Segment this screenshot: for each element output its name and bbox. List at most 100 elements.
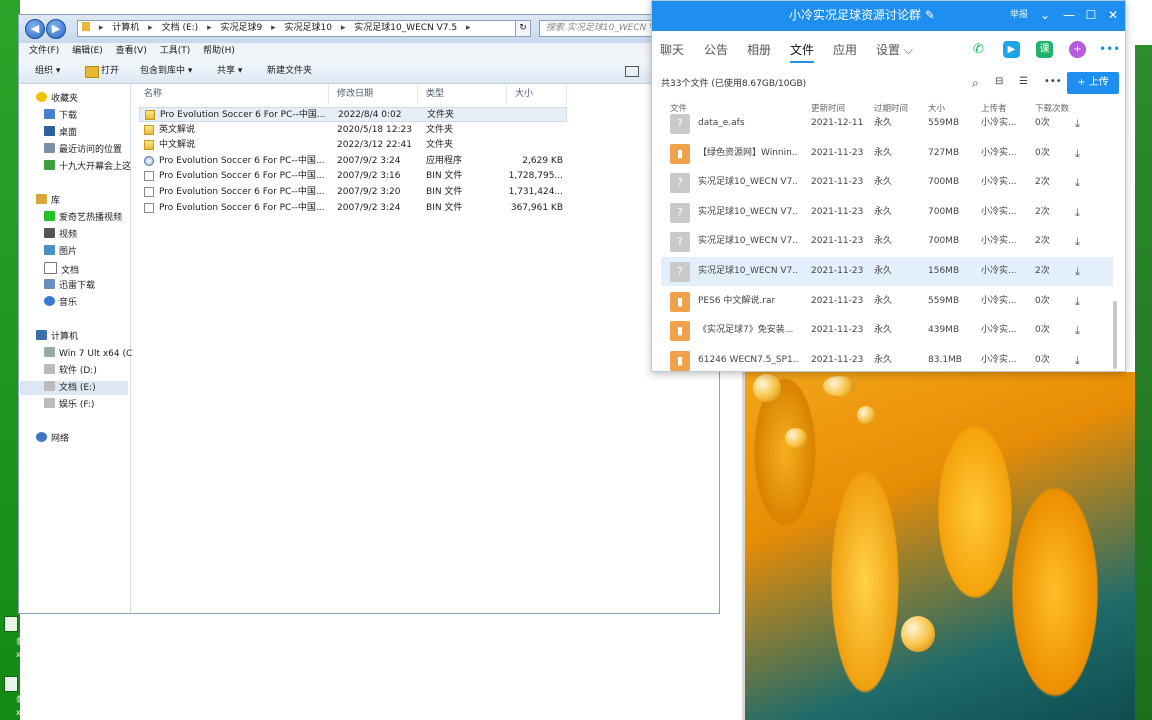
- upload-button[interactable]: + 上传: [1067, 72, 1119, 94]
- group-file-row[interactable]: ▮ 【绿色资源网】Winnin... 2021-11-23 永久 727MB 小冷实...…: [661, 139, 1113, 168]
- group-file-uploader: 小冷实...: [981, 118, 1017, 128]
- group-file-row[interactable]: ? 实况足球10_WECN V7... 2021-11-23 永久 156MB 小冷实..…: [661, 257, 1113, 286]
- include-in-library-button[interactable]: 包含到库中 ▾: [140, 59, 192, 83]
- edit-icon[interactable]: ✎: [925, 8, 935, 22]
- chevron-down-icon[interactable]: ⌄: [1036, 1, 1054, 29]
- group-file-row[interactable]: ▮ 《实况足球7》免安装... 2021-11-23 永久 439MB 小冷实... 0次 ⤓: [661, 316, 1113, 345]
- share-button[interactable]: 共享 ▾: [217, 59, 242, 83]
- group-file-row[interactable]: ? data_e.afs 2021-12-11 永久 559MB 小冷实... 0次 ⤓: [661, 109, 1113, 138]
- archive-file-icon: ▮: [670, 350, 690, 371]
- search-input[interactable]: 搜索 实况足球10_WECN V: [539, 20, 669, 37]
- nav-pictures[interactable]: 图片: [44, 245, 77, 259]
- menu-view[interactable]: 查看(V): [116, 43, 147, 59]
- class-icon[interactable]: 课: [1036, 41, 1053, 58]
- menu-file[interactable]: 文件(F): [29, 43, 59, 59]
- column-header-date[interactable]: 修改日期: [329, 84, 418, 104]
- download-icon[interactable]: ⤓: [1075, 287, 1080, 316]
- download-icon[interactable]: ⤓: [1075, 139, 1080, 168]
- tab-chat[interactable]: 聊天: [660, 31, 684, 69]
- tab-files[interactable]: 文件: [790, 31, 815, 69]
- refresh-button[interactable]: ↻: [515, 20, 531, 37]
- group-file-row[interactable]: ▮ PES6 中文解说.rar 2021-11-23 永久 559MB 小冷实... 0次 ⤓: [661, 287, 1113, 316]
- file-row[interactable]: 中文解说 2022/3/12 22:41 文件夹: [139, 138, 567, 153]
- group-file-row[interactable]: ? 实况足球10_WECN V7... 2021-11-23 永久 700MB 小冷实..…: [661, 227, 1113, 256]
- nav-downloads[interactable]: 下载: [44, 109, 77, 123]
- close-button[interactable]: ✕: [1104, 1, 1122, 29]
- star-icon: [36, 92, 47, 102]
- tab-album[interactable]: 相册: [747, 31, 771, 69]
- nav-drive-f[interactable]: 娱乐 (F:): [44, 398, 94, 412]
- nav-drive-c[interactable]: Win 7 Ult x64 (C: [44, 347, 132, 361]
- group-file-row[interactable]: ▮ 61246 WECN7.5_SP1... 2021-11-23 永久 83.1MB 小…: [661, 346, 1113, 375]
- column-header-name[interactable]: 名称: [136, 84, 329, 104]
- more-icon[interactable]: •••: [1044, 76, 1062, 87]
- file-row[interactable]: Pro Evolution Soccer 6 For PC--中国... 2007…: [139, 154, 567, 169]
- group-file-row[interactable]: ? 实况足球10_WECN V7... 2021-11-23 永久 700MB 小冷实..…: [661, 168, 1113, 197]
- breadcrumb-item[interactable]: 计算机: [112, 21, 139, 36]
- view-options-icon[interactable]: [625, 66, 639, 77]
- excel-file-icon[interactable]: [4, 616, 18, 632]
- download-icon[interactable]: ⤓: [1075, 316, 1080, 345]
- open-button[interactable]: 打开: [101, 59, 119, 83]
- nav-shortcut[interactable]: 十九大开幕会上这: [44, 160, 131, 174]
- column-header-size[interactable]: 大小: [507, 84, 567, 104]
- tab-settings[interactable]: 设置 ⌵: [876, 31, 913, 69]
- file-type: BIN 文件: [426, 202, 463, 213]
- download-icon[interactable]: ⤓: [1075, 109, 1080, 138]
- scrollbar[interactable]: [1113, 301, 1117, 369]
- tab-apps[interactable]: 应用: [833, 31, 857, 69]
- download-icon[interactable]: ⤓: [1075, 168, 1080, 197]
- search-icon[interactable]: ⌕: [972, 76, 979, 91]
- minimize-button[interactable]: —: [1060, 1, 1078, 29]
- breadcrumb-item[interactable]: 文档 (E:): [162, 21, 199, 36]
- wallpaper-flower-image: [745, 372, 1135, 720]
- nav-recent[interactable]: 最近访问的位置: [44, 143, 122, 157]
- organize-button[interactable]: 组织 ▾: [35, 59, 60, 83]
- file-row[interactable]: Pro Evolution Soccer 6 For PC--中国... 2022…: [139, 107, 567, 122]
- back-button[interactable]: ◀: [25, 19, 45, 39]
- nav-thunder[interactable]: 迅雷下载: [44, 279, 95, 293]
- excel-file-icon[interactable]: [4, 676, 18, 692]
- nav-drive-e[interactable]: 文档 (E:): [20, 381, 128, 395]
- nav-desktop[interactable]: 桌面: [44, 126, 77, 140]
- download-icon[interactable]: ⤓: [1075, 198, 1080, 227]
- inbox-icon[interactable]: ⊟: [995, 76, 1003, 87]
- download-icon[interactable]: ⤓: [1075, 227, 1080, 256]
- forward-button[interactable]: ▶: [46, 19, 66, 39]
- more-options-icon[interactable]: •••: [1099, 41, 1120, 58]
- file-row[interactable]: Pro Evolution Soccer 6 For PC--中国... 2007…: [139, 169, 567, 184]
- breadcrumb-item[interactable]: 实况足球9: [220, 21, 262, 36]
- file-row[interactable]: 英文解说 2020/5/18 12:23 文件夹: [139, 123, 567, 138]
- group-file-expire: 永久: [874, 206, 893, 217]
- add-app-icon[interactable]: +: [1069, 41, 1086, 58]
- nav-drive-d[interactable]: 软件 (D:): [44, 364, 97, 378]
- download-icon[interactable]: ⤓: [1075, 257, 1080, 286]
- group-file-row[interactable]: ? 实况足球10_WECN V7... 2021-11-23 永久 700MB 小冷实..…: [661, 198, 1113, 227]
- nav-videos[interactable]: 视频: [44, 228, 77, 242]
- nav-network[interactable]: 网络: [36, 432, 69, 446]
- address-bar[interactable]: ▸ 计算机 ▸ 文档 (E:) ▸ 实况足球9 ▸ 实况足球10 ▸ 实况足球1…: [77, 20, 523, 37]
- nav-favorites[interactable]: 收藏夹: [36, 92, 78, 106]
- group-file-size: 727MB: [928, 147, 960, 158]
- column-header-type[interactable]: 类型: [418, 84, 507, 104]
- nav-music[interactable]: 音乐: [44, 296, 77, 310]
- nav-iqiyi[interactable]: 爱奇艺热播视频: [44, 211, 122, 225]
- file-row[interactable]: Pro Evolution Soccer 6 For PC--中国... 2007…: [139, 185, 567, 200]
- video-call-icon[interactable]: ▶: [1003, 41, 1020, 58]
- nav-documents[interactable]: 文档: [44, 262, 79, 278]
- menu-edit[interactable]: 编辑(E): [72, 43, 103, 59]
- tab-announcement[interactable]: 公告: [704, 31, 728, 69]
- breadcrumb-item[interactable]: 实况足球10: [284, 21, 331, 36]
- phone-call-icon[interactable]: ✆: [970, 41, 987, 58]
- maximize-button[interactable]: ☐: [1082, 1, 1100, 29]
- download-icon[interactable]: ⤓: [1075, 346, 1080, 375]
- breadcrumb-item[interactable]: 实况足球10_WECN V7.5: [354, 21, 457, 36]
- nav-libraries[interactable]: 库: [36, 194, 60, 208]
- menu-tools[interactable]: 工具(T): [160, 43, 191, 59]
- menu-help[interactable]: 帮助(H): [203, 43, 235, 59]
- file-row[interactable]: Pro Evolution Soccer 6 For PC--中国... 2007…: [139, 201, 567, 216]
- list-view-icon[interactable]: ☰: [1019, 76, 1028, 87]
- new-folder-button[interactable]: 新建文件夹: [267, 59, 312, 83]
- nav-computer[interactable]: 计算机: [36, 330, 78, 344]
- report-button[interactable]: 举报: [1010, 1, 1028, 29]
